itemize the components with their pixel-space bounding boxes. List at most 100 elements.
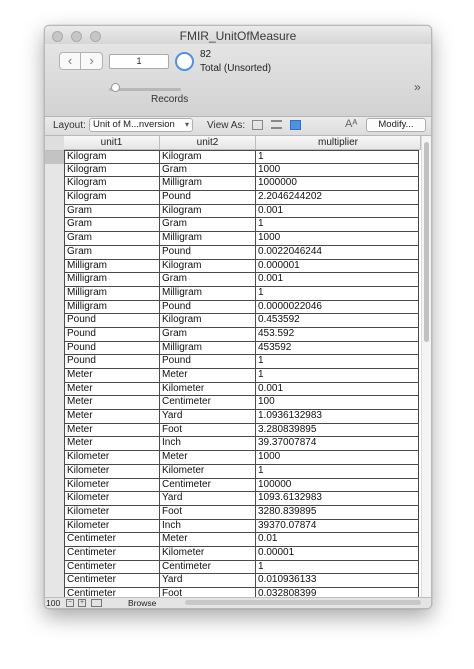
cell-unit1[interactable]: Kilometer <box>64 464 160 479</box>
table-row[interactable]: Centimeter Meter 0.01 <box>64 533 421 547</box>
cell-unit2[interactable]: Foot <box>160 505 256 520</box>
table-row[interactable]: Centimeter Kilometer 0.00001 <box>64 546 421 561</box>
cell-unit2[interactable]: Yard <box>160 574 256 588</box>
table-row[interactable]: Centimeter Centimeter 1 <box>64 560 421 575</box>
column-header-unit2[interactable]: unit2 <box>160 136 256 150</box>
cell-multiplier[interactable]: 0.001 <box>256 382 419 397</box>
cell-unit2[interactable]: Yard <box>160 492 256 506</box>
cell-unit1[interactable]: Meter <box>64 437 160 452</box>
cell-unit2[interactable]: Inch <box>160 437 256 452</box>
cell-multiplier[interactable]: 0.032808399 <box>256 588 419 597</box>
zoom-level[interactable]: 100 <box>46 598 60 608</box>
cell-unit2[interactable]: Gram <box>160 218 256 233</box>
table-row[interactable]: Centimeter Yard 0.010936133 <box>64 574 421 588</box>
cell-multiplier[interactable]: 1000000 <box>256 177 419 192</box>
cell-unit1[interactable]: Pound <box>64 355 160 369</box>
cell-multiplier[interactable]: 1 <box>256 150 419 164</box>
table-row[interactable]: Gram Milligram 1000 <box>64 232 421 246</box>
cell-unit2[interactable]: Meter <box>160 533 256 547</box>
record-slider-handle[interactable] <box>111 83 120 92</box>
cell-unit2[interactable]: Gram <box>160 327 256 342</box>
table-row[interactable]: Meter Meter 1 <box>64 369 421 383</box>
cell-unit2[interactable]: Kilogram <box>160 150 256 164</box>
table-row[interactable]: Milligram Pound 0.0000022046 <box>64 300 421 315</box>
cell-unit2[interactable]: Centimeter <box>160 396 256 411</box>
cell-unit1[interactable]: Meter <box>64 410 160 424</box>
table-row[interactable]: Kilometer Foot 3280.839895 <box>64 505 421 520</box>
form-view-icon[interactable] <box>252 120 263 130</box>
cell-multiplier[interactable]: 0.001 <box>256 273 419 287</box>
show-toolbar-icon[interactable] <box>91 599 102 607</box>
table-row[interactable]: Gram Gram 1 <box>64 218 421 233</box>
cell-unit1[interactable]: Kilogram <box>64 163 160 178</box>
cell-multiplier[interactable]: 1 <box>256 560 419 575</box>
cell-unit2[interactable]: Foot <box>160 423 256 438</box>
cell-multiplier[interactable]: 1.0936132983 <box>256 410 419 424</box>
table-row[interactable]: Kilometer Kilometer 1 <box>64 464 421 479</box>
table-row[interactable]: Milligram Gram 0.001 <box>64 273 421 287</box>
cell-unit2[interactable]: Milligram <box>160 286 256 301</box>
cell-unit2[interactable]: Pound <box>160 245 256 260</box>
cell-unit2[interactable]: Centimeter <box>160 560 256 575</box>
cell-multiplier[interactable]: 2.2046244202 <box>256 191 419 205</box>
table-row[interactable]: Pound Milligram 453592 <box>64 341 421 356</box>
table-row[interactable]: Kilometer Meter 1000 <box>64 451 421 465</box>
table-row[interactable]: Pound Gram 453.592 <box>64 327 421 342</box>
cell-multiplier[interactable]: 100000 <box>256 478 419 493</box>
table-row[interactable]: Meter Centimeter 100 <box>64 396 421 411</box>
cell-unit1[interactable]: Centimeter <box>64 533 160 547</box>
cell-unit2[interactable]: Foot <box>160 588 256 597</box>
cell-unit1[interactable]: Milligram <box>64 273 160 287</box>
cell-unit1[interactable]: Centimeter <box>64 560 160 575</box>
cell-multiplier[interactable]: 0.453592 <box>256 314 419 328</box>
cell-unit1[interactable]: Kilometer <box>64 519 160 534</box>
cell-unit1[interactable]: Meter <box>64 369 160 383</box>
cell-multiplier[interactable]: 0.000001 <box>256 259 419 274</box>
table-row[interactable]: Gram Pound 0.0022046244 <box>64 245 421 260</box>
table-row[interactable]: Kilometer Inch 39370.07874 <box>64 519 421 534</box>
cell-unit1[interactable]: Centimeter <box>64 574 160 588</box>
cell-unit2[interactable]: Meter <box>160 451 256 465</box>
cell-unit1[interactable]: Milligram <box>64 286 160 301</box>
cell-unit2[interactable]: Pound <box>160 300 256 315</box>
cell-unit2[interactable]: Milligram <box>160 177 256 192</box>
table-row[interactable]: Milligram Milligram 1 <box>64 286 421 301</box>
list-view-icon[interactable] <box>271 120 282 129</box>
zoom-in-icon[interactable]: + <box>78 599 86 607</box>
table-row[interactable]: Meter Inch 39.37007874 <box>64 437 421 452</box>
cell-multiplier[interactable]: 1 <box>256 464 419 479</box>
cell-unit1[interactable]: Kilometer <box>64 492 160 506</box>
cell-unit1[interactable]: Pound <box>64 341 160 356</box>
cell-unit1[interactable]: Gram <box>64 232 160 246</box>
zoom-out-icon[interactable]: − <box>66 599 74 607</box>
cell-multiplier[interactable]: 453592 <box>256 341 419 356</box>
cell-multiplier[interactable]: 39.37007874 <box>256 437 419 452</box>
cell-unit2[interactable]: Kilometer <box>160 546 256 561</box>
cell-unit1[interactable]: Centimeter <box>64 588 160 597</box>
cell-unit2[interactable]: Kilogram <box>160 204 256 219</box>
cell-unit1[interactable]: Kilometer <box>64 505 160 520</box>
table-row[interactable]: Centimeter Foot 0.032808399 <box>64 588 421 597</box>
cell-unit1[interactable]: Pound <box>64 327 160 342</box>
current-record-field[interactable]: 1 <box>109 54 169 69</box>
cell-unit2[interactable]: Gram <box>160 273 256 287</box>
next-record-button[interactable]: › <box>81 52 103 70</box>
cell-unit2[interactable]: Meter <box>160 369 256 383</box>
cell-unit2[interactable]: Kilogram <box>160 259 256 274</box>
cell-multiplier[interactable]: 1 <box>256 355 419 369</box>
layout-select[interactable]: Unit of M...nversion ▾ <box>89 118 193 132</box>
cell-unit2[interactable]: Inch <box>160 519 256 534</box>
cell-multiplier[interactable]: 1 <box>256 286 419 301</box>
table-row[interactable]: Meter Kilometer 0.001 <box>64 382 421 397</box>
cell-multiplier[interactable]: 100 <box>256 396 419 411</box>
cell-unit2[interactable]: Centimeter <box>160 478 256 493</box>
column-header-unit1[interactable]: unit1 <box>64 136 160 150</box>
cell-multiplier[interactable]: 0.010936133 <box>256 574 419 588</box>
table-row[interactable]: Meter Foot 3.280839895 <box>64 423 421 438</box>
cell-unit2[interactable]: Milligram <box>160 341 256 356</box>
cell-multiplier[interactable]: 0.001 <box>256 204 419 219</box>
cell-multiplier[interactable]: 39370.07874 <box>256 519 419 534</box>
cell-multiplier[interactable]: 0.00001 <box>256 546 419 561</box>
mode-popup[interactable]: Browse <box>128 598 156 608</box>
cell-unit1[interactable]: Gram <box>64 245 160 260</box>
